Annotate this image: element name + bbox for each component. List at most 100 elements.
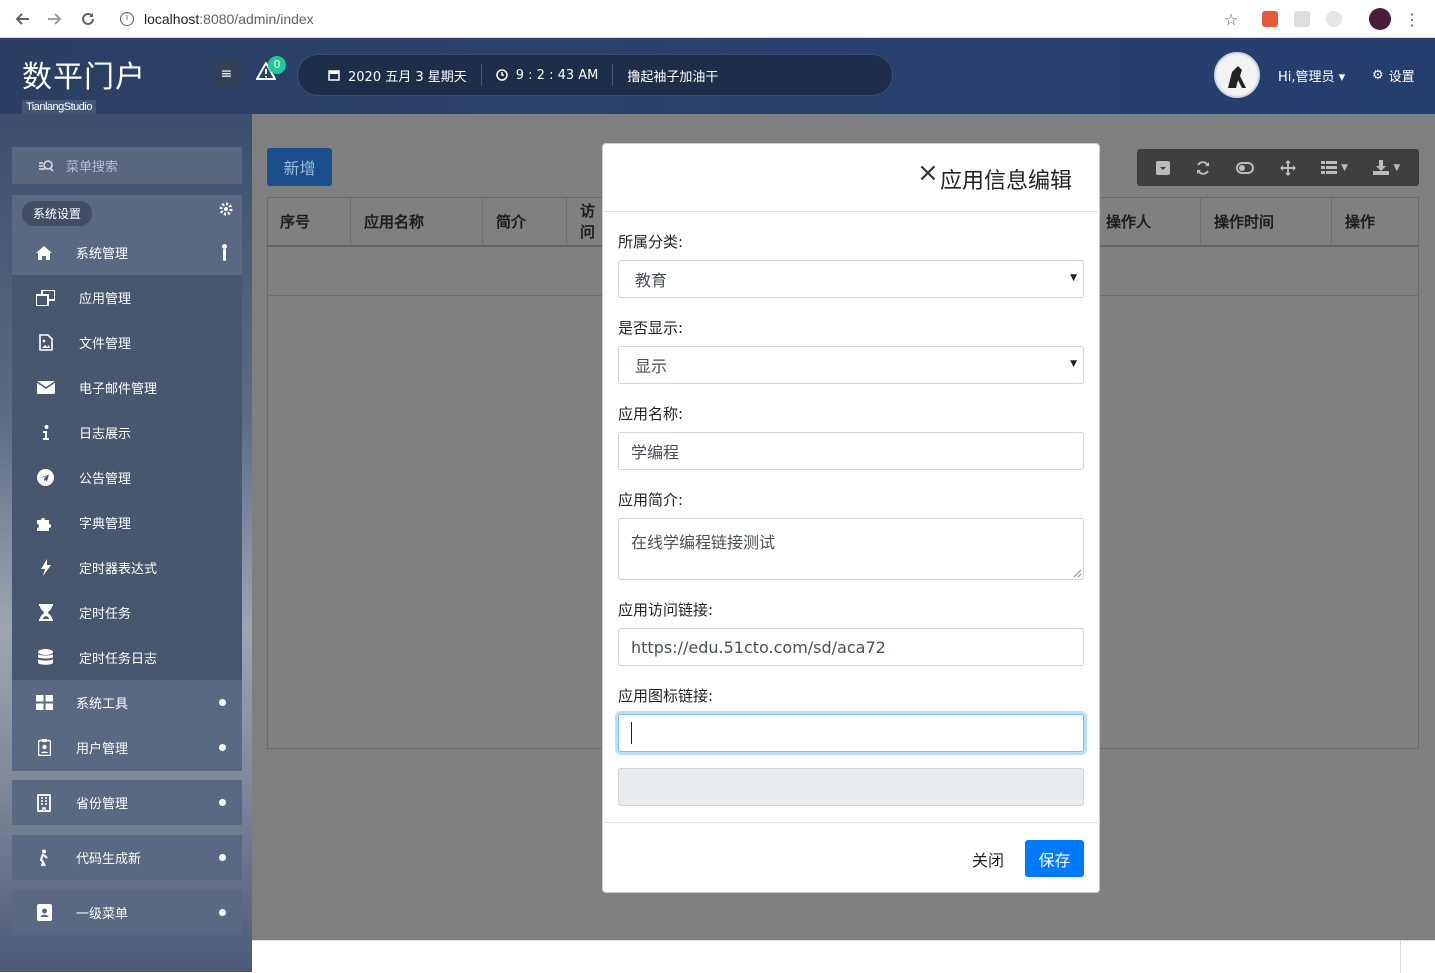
brand-subtitle: TianlangStudio bbox=[22, 100, 96, 114]
id-badge-icon bbox=[12, 739, 76, 756]
url-path: :8080/admin/index bbox=[199, 11, 314, 27]
sidebar-item-system-management[interactable]: 系统管理 bbox=[12, 230, 242, 275]
display-select[interactable]: 显示 ▼ bbox=[618, 346, 1084, 384]
caret-down-icon: ▼ bbox=[1070, 273, 1077, 283]
sidebar-item-label: 定时任务日志 bbox=[79, 652, 158, 667]
extension-icon[interactable] bbox=[1326, 11, 1342, 27]
info-icon: i bbox=[120, 12, 134, 26]
avatar[interactable] bbox=[1214, 52, 1260, 98]
toggle-view-icon[interactable] bbox=[1155, 160, 1170, 175]
time-text: 9 : 2 : 43 AM bbox=[515, 67, 599, 83]
sidebar-item-1[interactable]: 文件管理 bbox=[12, 320, 242, 365]
footer bbox=[252, 940, 1435, 973]
sidebar-item-label: 字典管理 bbox=[79, 517, 132, 532]
th-large-icon bbox=[12, 695, 76, 710]
sidebar-item-0[interactable]: 应用管理 bbox=[12, 275, 242, 320]
settings-label: 设置 bbox=[1388, 70, 1415, 85]
app-desc-label: 应用简介: bbox=[618, 491, 684, 509]
resize-handle-icon[interactable] bbox=[1073, 569, 1081, 577]
sidebar-item-2[interactable]: 电子邮件管理 bbox=[12, 365, 242, 410]
sidebar-toggle-icon[interactable]: ≡ bbox=[212, 59, 241, 88]
sidebar-item-6[interactable]: 定时器表达式 bbox=[12, 545, 242, 590]
telegram-icon bbox=[12, 469, 79, 486]
profile-icon[interactable] bbox=[1369, 8, 1391, 30]
column-header[interactable]: 操作人 bbox=[1092, 197, 1201, 245]
address-bar[interactable]: i localhost:8080/admin/index bbox=[108, 5, 1250, 33]
move-icon[interactable] bbox=[1279, 159, 1296, 176]
sidebar-item-level1-menu[interactable]: 一级菜单 bbox=[12, 890, 242, 935]
app-url-input[interactable]: https://edu.51cto.com/sd/aca72 bbox=[618, 628, 1084, 666]
sidebar-item-user-management[interactable]: 用户管理 bbox=[12, 725, 242, 770]
back-icon[interactable] bbox=[12, 9, 32, 29]
app-name-value: 学编程 bbox=[631, 443, 680, 462]
sidebar-item-label: 省份管理 bbox=[76, 797, 129, 812]
category-value: 教育 bbox=[635, 271, 668, 290]
category-label: 所属分类: bbox=[618, 233, 684, 251]
column-header[interactable]: 简介 bbox=[483, 197, 567, 245]
forward-icon[interactable] bbox=[45, 9, 65, 29]
header-info-bar: 2020 五月 3 星期天 9 : 2 : 43 AM 撸起袖子加油干 bbox=[297, 54, 893, 96]
app-icon-label: 应用图标链接: bbox=[618, 687, 714, 705]
column-header[interactable]: 操作 bbox=[1332, 197, 1419, 245]
sidebar-item-label: 代码生成新 bbox=[76, 852, 142, 867]
sidebar-item-5[interactable]: 字典管理 bbox=[12, 500, 242, 545]
add-button[interactable]: 新增 bbox=[267, 148, 332, 186]
sidebar-item-3[interactable]: 日志展示 bbox=[12, 410, 242, 455]
sidebar-item-label: 定时任务 bbox=[79, 607, 132, 622]
app-url-label: 应用访问链接: bbox=[618, 601, 714, 619]
window-restore-icon bbox=[12, 289, 79, 306]
app-icon-input[interactable] bbox=[618, 714, 1084, 752]
column-header[interactable]: 序号 bbox=[267, 197, 351, 245]
app-name-input[interactable]: 学编程 bbox=[618, 432, 1084, 470]
url-host: localhost bbox=[144, 11, 200, 27]
info-icon bbox=[12, 425, 79, 440]
download-icon[interactable]: ▼ bbox=[1373, 160, 1400, 175]
envelope-icon bbox=[12, 381, 79, 394]
bullet-icon bbox=[219, 799, 226, 806]
kebab-menu-icon[interactable]: ⋮ bbox=[1402, 9, 1422, 29]
gear-icon: ⚙ bbox=[1372, 68, 1384, 83]
search-icon bbox=[38, 159, 54, 172]
column-header[interactable]: 应用名称 bbox=[351, 197, 483, 245]
close-button[interactable]: 关闭 bbox=[963, 840, 1013, 877]
table-toolbar: ▼ ▼ bbox=[1137, 149, 1419, 186]
extension-icon[interactable] bbox=[1262, 11, 1278, 27]
expand-indicator-icon bbox=[222, 244, 227, 261]
sidebar-item-7[interactable]: 定时任务 bbox=[12, 590, 242, 635]
sidebar-item-label: 系统工具 bbox=[76, 697, 129, 712]
toggle-icon[interactable] bbox=[1236, 161, 1255, 174]
bullet-icon bbox=[219, 744, 226, 751]
calendar-icon bbox=[328, 69, 340, 81]
save-button[interactable]: 保存 bbox=[1025, 840, 1084, 877]
refresh-icon[interactable] bbox=[1195, 160, 1211, 176]
puzzle-icon bbox=[12, 515, 79, 531]
sidebar-item-4[interactable]: 公告管理 bbox=[12, 455, 242, 500]
sidebar-item-code-generation[interactable]: 代码生成新 bbox=[12, 835, 242, 880]
user-menu[interactable]: Hi,管理员 ▾ bbox=[1278, 66, 1345, 85]
columns-icon[interactable]: ▼ bbox=[1321, 161, 1348, 174]
home-icon bbox=[12, 245, 76, 261]
file-image-icon bbox=[12, 334, 79, 351]
menu-search-input[interactable]: 菜单搜索 bbox=[12, 147, 242, 184]
close-icon[interactable]: × bbox=[917, 160, 939, 186]
gear-icon[interactable] bbox=[217, 200, 235, 218]
bolt-icon bbox=[12, 559, 79, 576]
sidebar-item-system-tools[interactable]: 系统工具 bbox=[12, 680, 242, 725]
column-header[interactable]: 访问 bbox=[567, 197, 602, 245]
app-desc-textarea[interactable]: 在线学编程链接测试 bbox=[618, 518, 1084, 580]
reload-icon[interactable] bbox=[78, 9, 98, 29]
sidebar-item-8[interactable]: 定时任务日志 bbox=[12, 635, 242, 680]
category-select[interactable]: 教育 ▼ bbox=[618, 260, 1084, 298]
app-name-label: 应用名称: bbox=[618, 405, 684, 423]
settings-link[interactable]: ⚙ 设置 bbox=[1372, 66, 1415, 85]
extension-icon[interactable] bbox=[1294, 11, 1310, 27]
star-icon[interactable]: ☆ bbox=[1221, 9, 1241, 29]
sidebar-item-label: 一级菜单 bbox=[76, 907, 129, 922]
app-desc-value: 在线学编程链接测试 bbox=[631, 533, 776, 552]
column-header[interactable]: 操作时间 bbox=[1201, 197, 1332, 245]
user-greeting: Hi,管理员 bbox=[1278, 70, 1335, 85]
sidebar-item-province-management[interactable]: 省份管理 bbox=[12, 780, 242, 825]
divider bbox=[602, 822, 1100, 823]
slogan-text: 撸起袖子加油干 bbox=[627, 69, 719, 85]
bullet-icon bbox=[219, 909, 226, 916]
